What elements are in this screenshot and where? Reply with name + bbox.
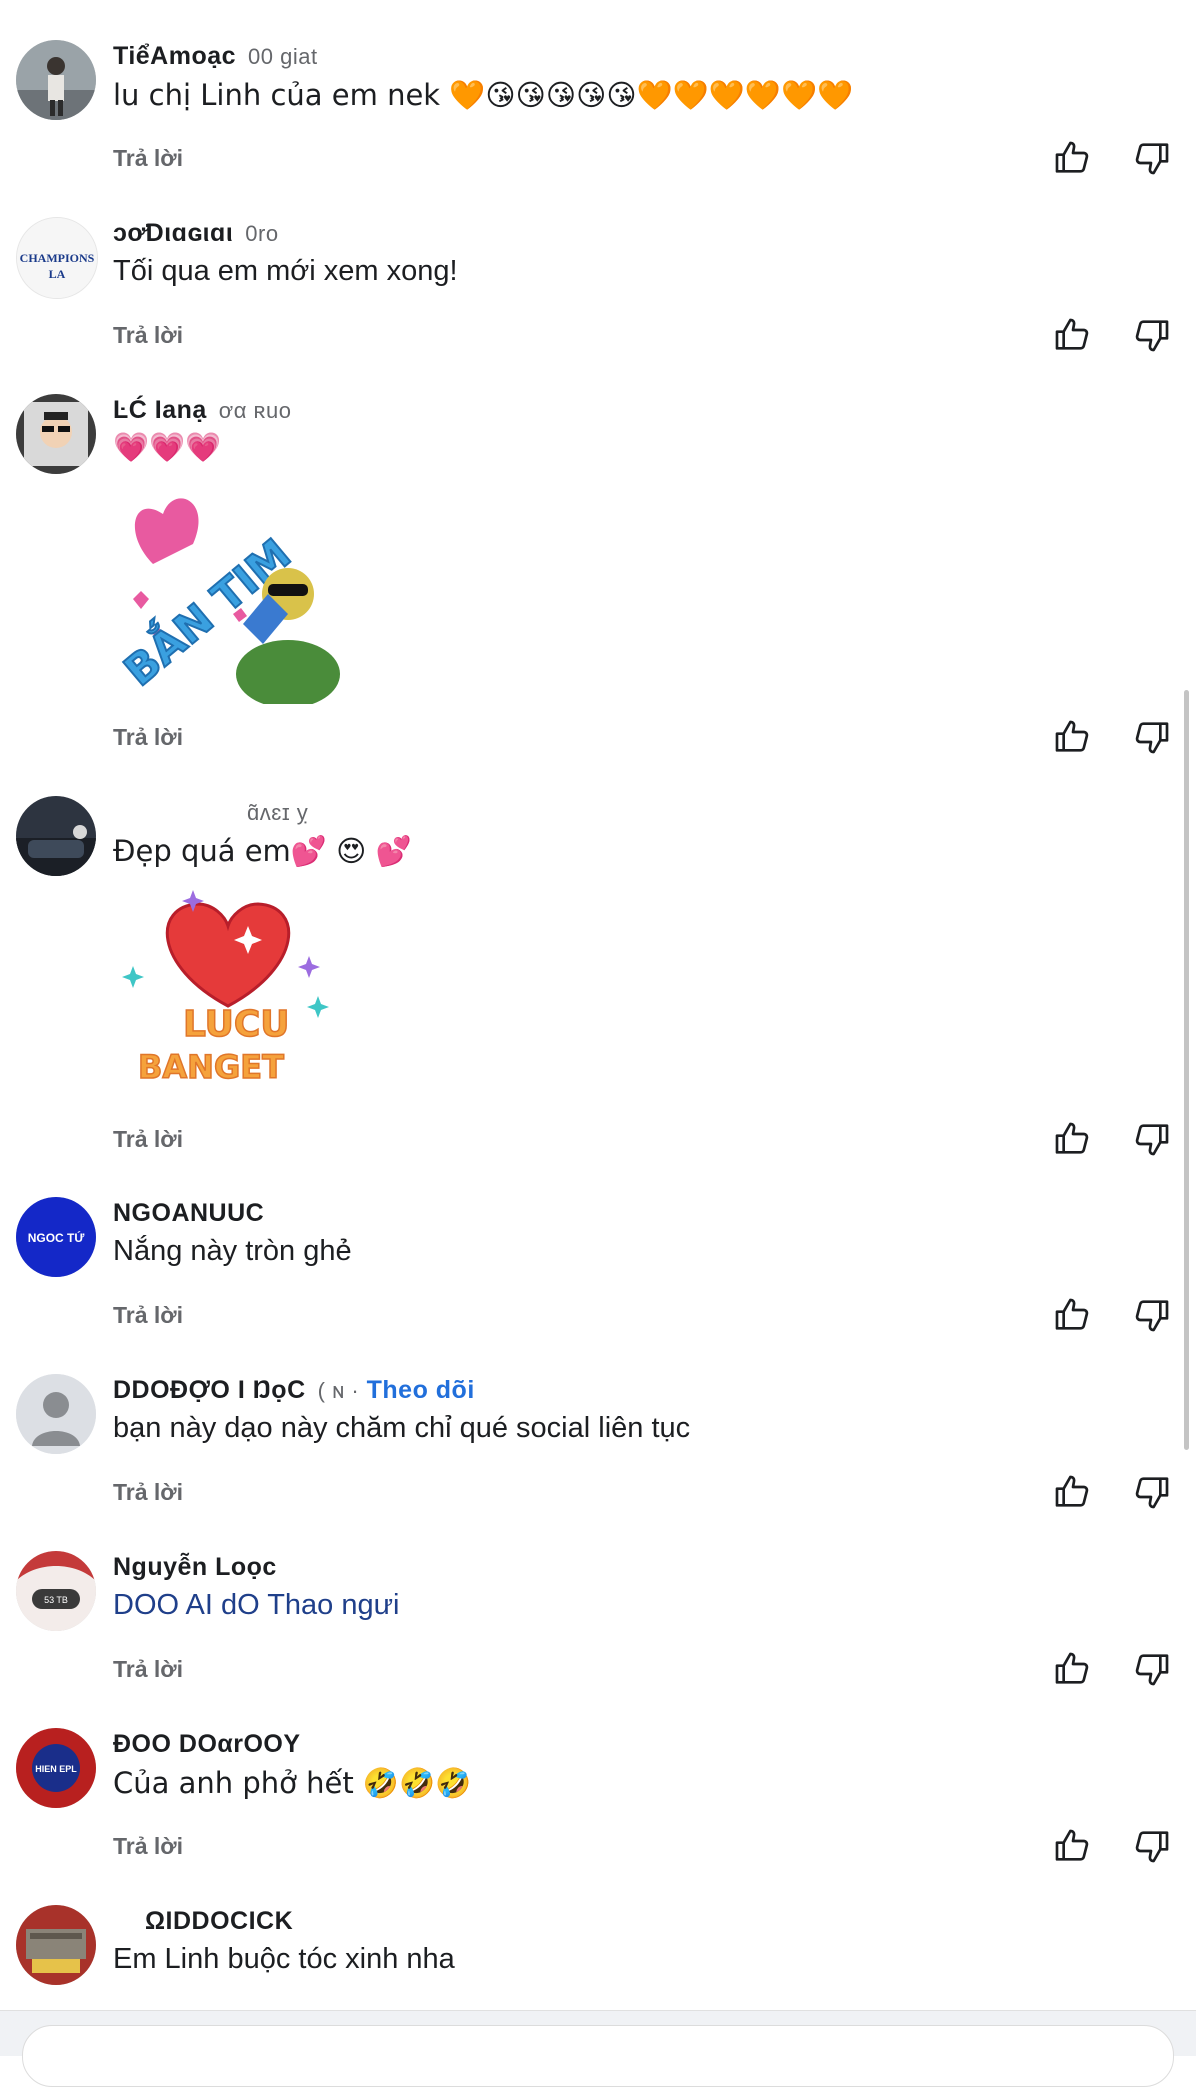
avatar[interactable]: [16, 796, 96, 876]
reply-button[interactable]: Trả lời: [113, 1833, 183, 1860]
comment-meta: ɑ̃ʌɛɪ ỵ: [247, 800, 309, 825]
thumbs-up-icon[interactable]: [1052, 1649, 1092, 1689]
reply-button[interactable]: Trả lời: [113, 1126, 183, 1153]
comment-author[interactable]: DDOĐỢO I ŊọC( ɴ · Theo dõi: [113, 1376, 475, 1405]
thumbs-down-icon[interactable]: [1132, 1826, 1172, 1866]
sticker-label: BANGET: [138, 1048, 284, 1086]
thumbs-down-icon[interactable]: [1132, 1119, 1172, 1159]
follow-link[interactable]: Theo dõi: [367, 1376, 475, 1404]
avatar-label: NGOC TỨ: [28, 1230, 85, 1245]
avatar[interactable]: CHAMPIONS LA: [16, 217, 98, 299]
thumbs-down-icon[interactable]: [1132, 717, 1172, 757]
avatar-label: 53 TB: [44, 1595, 68, 1605]
comment-text: Đẹp quá em💕 😍 💕: [113, 834, 412, 868]
reply-button[interactable]: Trả lời: [113, 724, 183, 751]
avatar[interactable]: NGOC TỨ: [16, 1197, 96, 1277]
comment-author[interactable]: ΩIDDOCICK: [113, 1907, 305, 1936]
comment-text: Em Linh buộc tóc xinh nha: [113, 1943, 455, 1975]
comment-text: 💗💗💗: [113, 430, 222, 464]
comment-author[interactable]: ĿĆ Ianạ ơα ʀuo: [113, 396, 291, 425]
comment-input[interactable]: [22, 2025, 1174, 2087]
comment-text: bạn này dạo này chăm chỉ qué social liên…: [113, 1412, 691, 1444]
thumbs-up-icon[interactable]: [1052, 1826, 1092, 1866]
thumbs-down-icon[interactable]: [1132, 1295, 1172, 1335]
thumbs-down-icon[interactable]: [1132, 1649, 1172, 1689]
comment-meta: ( ɴ ·: [317, 1378, 360, 1403]
sticker-ban-tim: BẮN TIM: [109, 474, 343, 709]
comment-author[interactable]: NGOANUUC: [113, 1199, 276, 1228]
sticker-lucu-banget: LUCU BANGET: [113, 886, 343, 1101]
thumbs-down-icon[interactable]: [1132, 138, 1172, 178]
comment-author[interactable]: ɔơ̛Dιɑɢιɑι 0ro: [113, 219, 279, 248]
avatar-label: CHAMPIONS: [20, 251, 95, 265]
avatar[interactable]: [16, 40, 96, 120]
comment-author[interactable]: Nguyễn Loọc: [113, 1553, 289, 1582]
reply-button[interactable]: Trả lời: [113, 145, 183, 172]
comment-input-bar: [0, 2010, 1196, 2087]
comment-meta: 00 giat: [248, 44, 318, 69]
thumbs-up-icon[interactable]: [1052, 138, 1092, 178]
comment-author[interactable]: TiểAmoạc 00 giat: [113, 42, 318, 71]
reply-button[interactable]: Trả lời: [113, 1479, 183, 1506]
comment-meta: ơα ʀuo: [218, 398, 292, 423]
avatar[interactable]: [16, 1905, 96, 1985]
comment-meta: 0ro: [245, 221, 279, 246]
thumbs-up-icon[interactable]: [1052, 315, 1092, 355]
comment-text: Của anh phở hết 🤣🤣🤣: [113, 1766, 472, 1800]
thumbs-down-icon[interactable]: [1132, 315, 1172, 355]
avatar[interactable]: 53 TB: [16, 1551, 96, 1631]
scrollbar[interactable]: [1184, 690, 1189, 1450]
thumbs-up-icon[interactable]: [1052, 1295, 1092, 1335]
thumbs-up-icon[interactable]: [1052, 717, 1092, 757]
avatar[interactable]: [16, 394, 96, 474]
comment-text: Tối qua em mới xem xong!: [113, 255, 458, 287]
reply-button[interactable]: Trả lời: [113, 322, 183, 349]
thumbs-down-icon[interactable]: [1132, 1472, 1172, 1512]
thumbs-up-icon[interactable]: [1052, 1472, 1092, 1512]
person-icon[interactable]: [16, 1374, 96, 1454]
comment-author[interactable]: ĐOO DOαrOOY: [113, 1730, 313, 1759]
comment-text: DOO AI dO Thao ngưi: [113, 1589, 400, 1621]
reply-button[interactable]: Trả lời: [113, 1656, 183, 1683]
sticker-label: LUCU: [183, 1004, 290, 1045]
thumbs-up-icon[interactable]: [1052, 1119, 1092, 1159]
svg-text:LA: LA: [49, 267, 66, 281]
comment-author[interactable]: ɑ̃ʌɛɪ ỵ: [113, 798, 308, 827]
comment-text: Nắng này tròn ghẻ: [113, 1235, 352, 1267]
reply-button[interactable]: Trả lời: [113, 1302, 183, 1329]
comment-text: lu chị Linh của em nek 🧡😘😘😘😘😘🧡🧡🧡🧡🧡🧡: [113, 78, 854, 112]
avatar[interactable]: HIEN EPL: [16, 1728, 96, 1808]
avatar-label: HIEN EPL: [35, 1764, 77, 1774]
